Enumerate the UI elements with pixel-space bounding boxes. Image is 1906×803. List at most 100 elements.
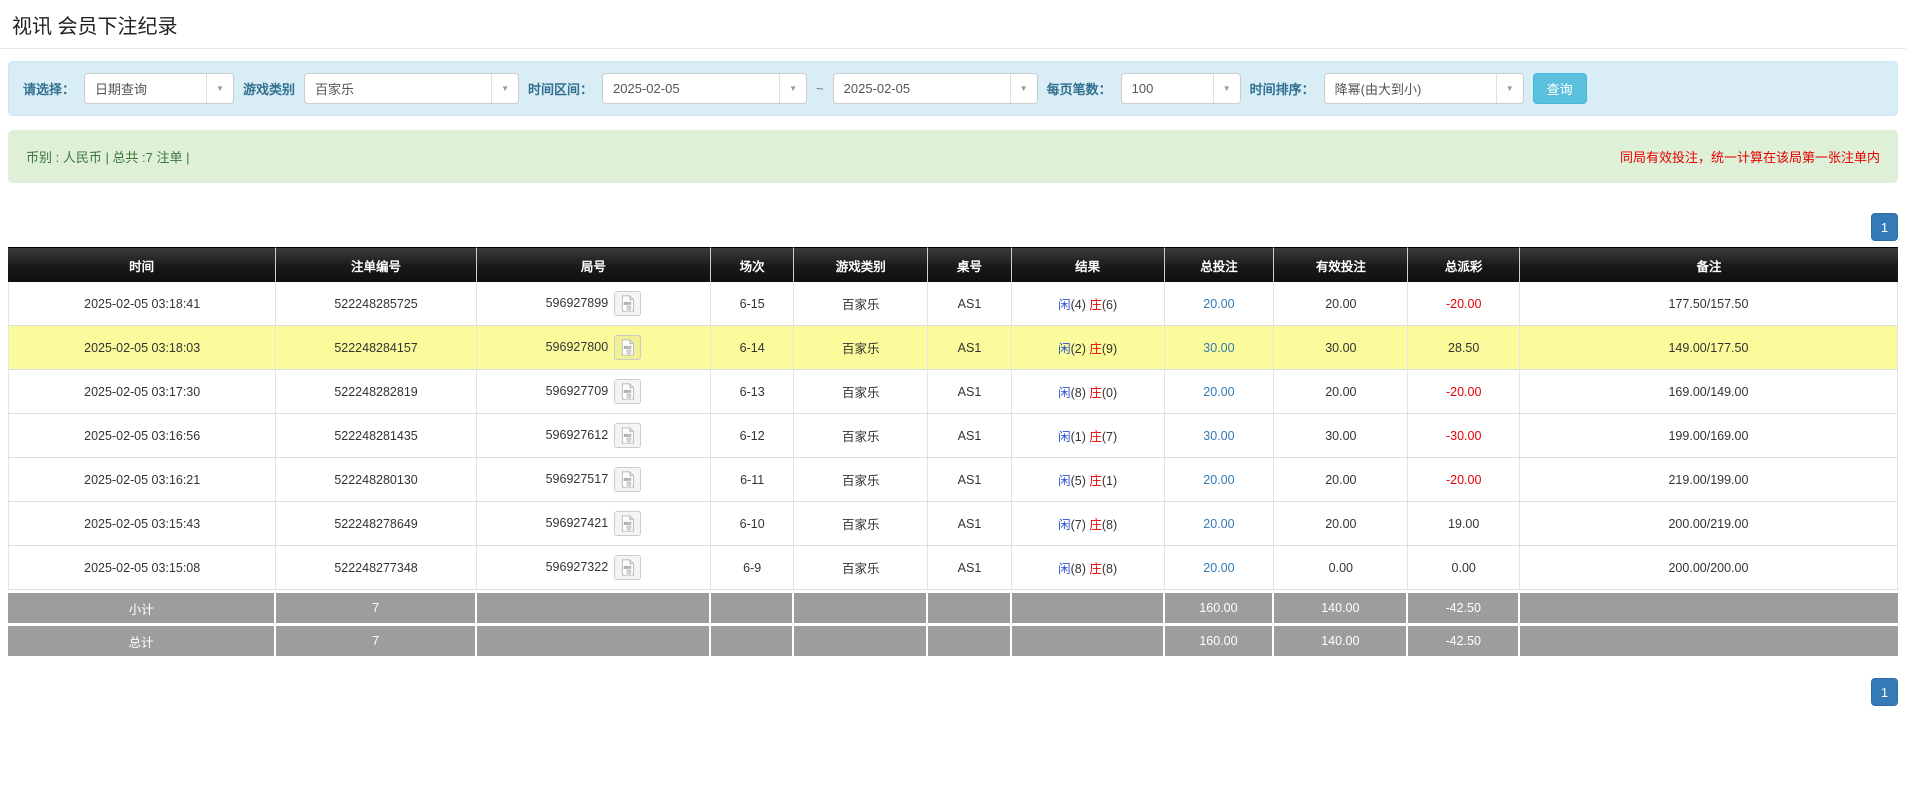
header-time: 时间: [8, 247, 276, 282]
cell-game-type: 百家乐: [794, 546, 928, 590]
result-banker-label: 庄: [1089, 562, 1102, 576]
cell-time: 2025-02-05 03:18:41: [8, 282, 276, 326]
cell-table-no: AS1: [928, 282, 1011, 326]
result-banker-label: 庄: [1089, 518, 1102, 532]
date-to-select[interactable]: 2025-02-05 ▼: [833, 73, 1038, 104]
cell-total-bet[interactable]: 20.00: [1165, 282, 1275, 326]
cell-remark: 200.00/200.00: [1520, 546, 1898, 590]
filter-bar: 请选择： 日期查询 ▼ 游戏类别 百家乐 ▼ 时间区间： 2025-02-05 …: [8, 61, 1898, 116]
bet-records-table: 时间 注单编号 局号 场次 游戏类别 桌号 结果 总投注 有效投注 总派彩 备注…: [8, 247, 1898, 656]
cell-total-bet[interactable]: 20.00: [1165, 458, 1275, 502]
header-payout: 总派彩: [1408, 247, 1520, 282]
video-replay-button[interactable]: [614, 335, 641, 360]
video-replay-button[interactable]: [614, 379, 641, 404]
sum-count: 7: [276, 623, 476, 656]
page-size-select[interactable]: 100 ▼: [1121, 73, 1241, 104]
cell-total-bet[interactable]: 20.00: [1165, 546, 1275, 590]
cell-payout: 19.00: [1408, 502, 1520, 546]
sum-count: 7: [276, 590, 476, 623]
video-replay-button[interactable]: [614, 423, 641, 448]
sum-total-bet: 160.00: [1165, 623, 1275, 656]
cell-payout: -20.00: [1408, 282, 1520, 326]
round-number: 596927517: [546, 472, 609, 486]
cell-game-type: 百家乐: [794, 282, 928, 326]
page-size-value: 100: [1122, 81, 1213, 96]
search-button[interactable]: 查询: [1533, 73, 1587, 104]
date-from-value: 2025-02-05: [603, 81, 779, 96]
video-replay-button[interactable]: [614, 291, 641, 316]
cell-result: 闲(4) 庄(6): [1012, 282, 1165, 326]
round-number: 596927709: [546, 384, 609, 398]
page-1-button[interactable]: 1: [1871, 213, 1898, 241]
result-banker-label: 庄: [1089, 474, 1102, 488]
cell-session: 6-12: [711, 414, 794, 458]
cell-result: 闲(5) 庄(1): [1012, 458, 1165, 502]
game-type-value: 百家乐: [305, 79, 491, 98]
cell-result: 闲(7) 庄(8): [1012, 502, 1165, 546]
summary-row: 小计 7 160.00 140.00 -42.50: [8, 590, 1898, 623]
date-from-select[interactable]: 2025-02-05 ▼: [602, 73, 807, 104]
result-banker-label: 庄: [1089, 298, 1102, 312]
cell-time: 2025-02-05 03:15:08: [8, 546, 276, 590]
table-row: 2025-02-05 03:18:41 522248285725 5969278…: [8, 282, 1898, 326]
cell-valid-bet: 20.00: [1274, 502, 1408, 546]
round-number: 596927322: [546, 560, 609, 574]
cell-valid-bet: 20.00: [1274, 282, 1408, 326]
table-row: 2025-02-05 03:15:43 522248278649 5969274…: [8, 502, 1898, 546]
video-replay-button[interactable]: [614, 467, 641, 492]
caret-down-icon: ▼: [1010, 74, 1037, 103]
caret-down-icon: ▼: [1213, 74, 1240, 103]
result-banker-count: (6): [1102, 298, 1117, 312]
summary-bar: 币别 : 人民币 | 总共 :7 注单 | 同局有效投注，统一计算在该局第一张注…: [8, 130, 1898, 183]
page-1-button[interactable]: 1: [1871, 678, 1898, 706]
video-record-icon: [619, 383, 636, 400]
cell-payout: -30.00: [1408, 414, 1520, 458]
cell-valid-bet: 0.00: [1274, 546, 1408, 590]
result-player-count: (4): [1071, 298, 1086, 312]
cell-round: 596927517: [477, 458, 711, 502]
cell-valid-bet: 20.00: [1274, 458, 1408, 502]
summary-row: 总计 7 160.00 140.00 -42.50: [8, 623, 1898, 656]
result-player-label: 闲: [1058, 298, 1071, 312]
game-type-select[interactable]: 百家乐 ▼: [304, 73, 519, 104]
caret-down-icon: ▼: [491, 74, 518, 103]
cell-round: 596927800: [477, 326, 711, 370]
cell-table-no: AS1: [928, 326, 1011, 370]
cell-remark: 169.00/149.00: [1520, 370, 1898, 414]
time-sort-label: 时间排序：: [1250, 79, 1315, 98]
table-row: 2025-02-05 03:17:30 522248282819 5969277…: [8, 370, 1898, 414]
cell-total-bet[interactable]: 30.00: [1165, 326, 1275, 370]
cell-game-type: 百家乐: [794, 326, 928, 370]
round-number: 596927612: [546, 428, 609, 442]
result-player-count: (2): [1071, 342, 1086, 356]
cell-valid-bet: 30.00: [1274, 326, 1408, 370]
cell-time: 2025-02-05 03:15:43: [8, 502, 276, 546]
pagination-top: 1: [8, 213, 1898, 241]
result-player-count: (5): [1071, 474, 1086, 488]
cell-total-bet[interactable]: 30.00: [1165, 414, 1275, 458]
time-range-label: 时间区间：: [528, 79, 593, 98]
query-type-select[interactable]: 日期查询 ▼: [84, 73, 234, 104]
result-banker-count: (8): [1102, 562, 1117, 576]
table-row: 2025-02-05 03:16:21 522248280130 5969275…: [8, 458, 1898, 502]
cell-total-bet[interactable]: 20.00: [1165, 502, 1275, 546]
time-sort-select[interactable]: 降幂(由大到小) ▼: [1324, 73, 1524, 104]
header-round: 局号: [477, 247, 711, 282]
cell-total-bet[interactable]: 20.00: [1165, 370, 1275, 414]
video-replay-button[interactable]: [614, 555, 641, 580]
table-row: 2025-02-05 03:15:08 522248277348 5969273…: [8, 546, 1898, 590]
video-record-icon: [619, 427, 636, 444]
cell-remark: 149.00/177.50: [1520, 326, 1898, 370]
cell-bet-id: 522248277348: [276, 546, 476, 590]
cell-payout: 28.50: [1408, 326, 1520, 370]
cell-session: 6-11: [711, 458, 794, 502]
pagination-bottom: 1: [8, 678, 1898, 706]
result-player-count: (7): [1071, 518, 1086, 532]
sum-payout: -42.50: [1408, 623, 1520, 656]
result-player-count: (8): [1071, 562, 1086, 576]
video-replay-button[interactable]: [614, 511, 641, 536]
cell-table-no: AS1: [928, 414, 1011, 458]
cell-result: 闲(1) 庄(7): [1012, 414, 1165, 458]
cell-round: 596927322: [477, 546, 711, 590]
result-banker-count: (8): [1102, 518, 1117, 532]
